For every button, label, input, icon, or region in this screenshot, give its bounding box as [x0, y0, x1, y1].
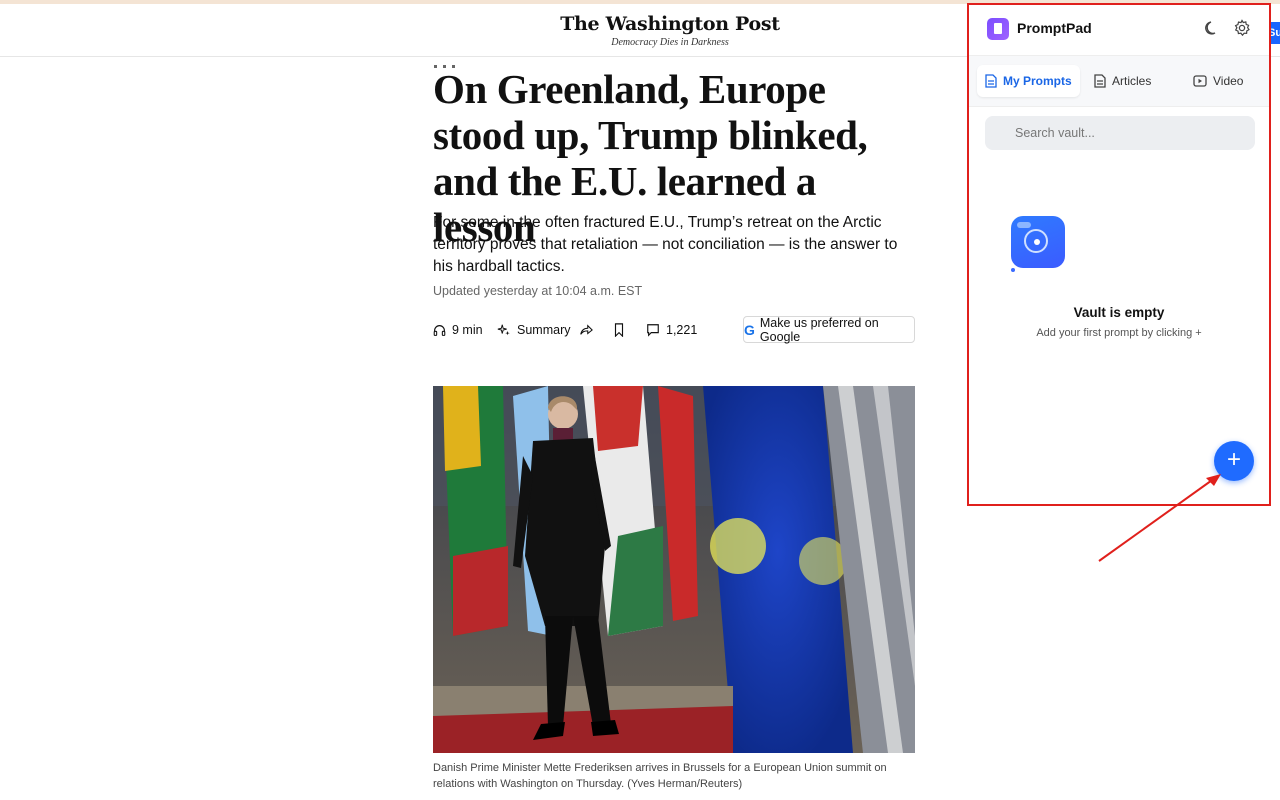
article-icon	[1094, 74, 1106, 88]
promptpad-header: PromptPad	[969, 5, 1269, 55]
annotation-arrow	[1098, 474, 1221, 562]
vault-empty-icon	[1011, 216, 1065, 268]
document-icon	[985, 74, 997, 88]
google-icon: G	[744, 321, 755, 338]
comment-icon	[647, 324, 659, 337]
tab-articles-label: Articles	[1112, 74, 1152, 88]
vault-empty-spark	[1011, 268, 1015, 272]
photo-caption: Danish Prime Minister Mette Frederiksen …	[433, 762, 887, 790]
masthead-logo[interactable]: The Washington Post	[520, 13, 820, 35]
article-timestamp: Updated yesterday at 10:04 a.m. EST	[433, 284, 643, 298]
gear-icon[interactable]	[1233, 19, 1251, 37]
sparkle-icon	[497, 324, 510, 336]
vault-empty-title: Vault is empty	[1073, 305, 1165, 320]
video-icon	[1193, 75, 1207, 87]
preferred-source-button[interactable]: G Make us preferred on Google	[743, 315, 915, 344]
promptpad-tabs: My Prompts Articles Video	[969, 55, 1269, 107]
kicker	[434, 55, 474, 68]
promptpad-logo-icon	[987, 18, 1009, 40]
bookmark-button[interactable]	[613, 318, 631, 342]
listen-button[interactable]: 9 min	[433, 318, 483, 342]
bookmark-icon	[614, 323, 624, 337]
comments-count: 1,221	[666, 323, 698, 337]
tab-articles[interactable]: Articles	[1094, 65, 1151, 97]
tab-video[interactable]: Video	[1193, 65, 1243, 97]
moon-icon[interactable]	[1204, 20, 1220, 36]
photo-illustration	[433, 386, 915, 753]
preferred-source-label: Make us preferred on Google	[759, 315, 879, 344]
listen-duration: 9 min	[452, 323, 483, 337]
share-button[interactable]	[579, 318, 599, 342]
tab-my-prompts[interactable]: My Prompts	[977, 65, 1080, 97]
article-photo	[433, 386, 915, 753]
tab-my-prompts-label: My Prompts	[1003, 74, 1072, 88]
tab-video-label: Video	[1213, 74, 1244, 88]
headphones-icon	[433, 324, 446, 336]
masthead-tagline: Democracy Dies in Darkness	[611, 37, 729, 48]
share-icon	[580, 324, 593, 335]
promptpad-panel: PromptPad My Prompts Articles Video Vaul…	[967, 3, 1271, 506]
summary-button[interactable]: Summary	[497, 318, 570, 342]
article-dek: For some in the often fractured E.U., Tr…	[433, 214, 898, 275]
vault-search-input[interactable]	[985, 116, 1255, 150]
vault-empty-subtitle: Add your first prompt by clicking +	[1036, 327, 1202, 339]
summary-label: Summary	[517, 323, 571, 337]
comments-button[interactable]: 1,221	[646, 318, 697, 342]
promptpad-title: PromptPad	[1017, 20, 1092, 36]
